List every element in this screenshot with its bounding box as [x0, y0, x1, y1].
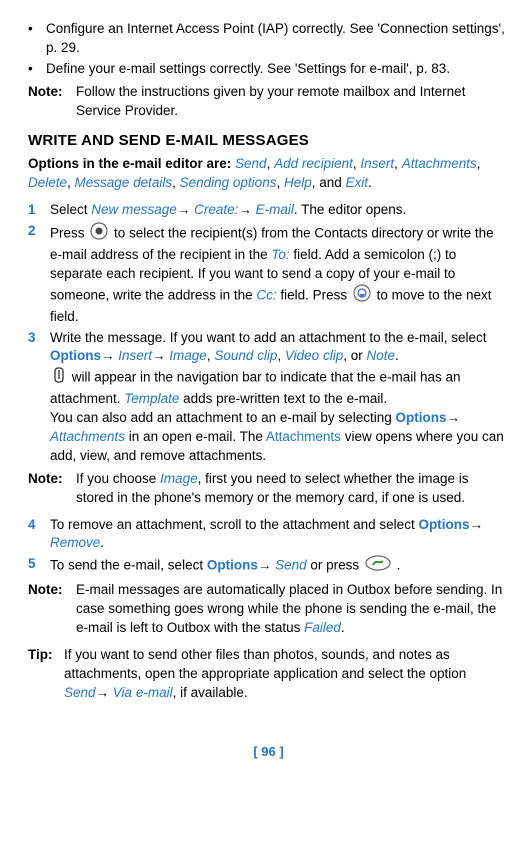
menu-image: Image [160, 471, 198, 486]
option-exit: Exit [346, 175, 369, 190]
scroll-down-icon [353, 284, 371, 308]
note-label: Note: [28, 83, 76, 121]
status-failed: Failed [304, 620, 341, 635]
attachment-icon [52, 366, 66, 390]
step-3: 3 Write the message. If you want to add … [28, 329, 509, 466]
note-text: Follow the instructions given by your re… [76, 83, 509, 121]
bullet-iap: • Configure an Internet Access Point (IA… [28, 20, 509, 58]
bullet-marker: • [28, 60, 46, 79]
menu-send: Send [275, 558, 307, 573]
option-add-recipient: Add recipient [274, 156, 353, 171]
bullet-text: Define your e-mail settings correctly. S… [46, 60, 509, 79]
section-heading: WRITE AND SEND E-MAIL MESSAGES [28, 130, 509, 151]
step-text: To remove an attachment, scroll to the a… [50, 516, 509, 554]
bullet-text: Configure an Internet Access Point (IAP)… [46, 20, 509, 58]
menu-options: Options [50, 348, 101, 363]
option-send: Send [235, 156, 267, 171]
step-5: 5 To send the e-mail, select Options→ Se… [28, 555, 509, 577]
page-number: [ 96 ] [28, 743, 509, 761]
step-text: To send the e-mail, select Options→ Send… [50, 555, 509, 577]
tip-label: Tip: [28, 646, 64, 703]
option-attachments: Attachments [402, 156, 477, 171]
joystick-icon [90, 222, 108, 246]
step-number: 1 [28, 201, 50, 220]
note-label: Note: [28, 470, 76, 508]
menu-video-clip: Video clip [285, 348, 343, 363]
menu-options: Options [395, 410, 446, 425]
bullet-marker: • [28, 20, 46, 58]
field-to: To: [271, 247, 289, 262]
step-number: 3 [28, 329, 50, 466]
menu-options: Options [207, 558, 258, 573]
menu-insert: Insert [118, 348, 152, 363]
note-text: If you choose Image, first you need to s… [76, 470, 509, 508]
note-text: E-mail messages are automatically placed… [76, 581, 509, 638]
tip-other-files: Tip: If you want to send other files tha… [28, 646, 509, 703]
step-text: Write the message. If you want to add an… [50, 329, 509, 466]
field-cc: Cc: [256, 287, 276, 302]
option-delete: Delete [28, 175, 67, 190]
step-number: 4 [28, 516, 50, 554]
menu-via-email: Via e-mail [113, 685, 173, 700]
menu-sound-clip: Sound clip [214, 348, 277, 363]
bullet-email-settings: • Define your e-mail settings correctly.… [28, 60, 509, 79]
menu-note: Note [366, 348, 395, 363]
note-image: Note: If you choose Image, first you nee… [28, 470, 509, 508]
tip-text: If you want to send other files than pho… [64, 646, 509, 703]
note-label: Note: [28, 581, 76, 638]
call-key-icon [365, 555, 391, 577]
step-number: 2 [28, 222, 50, 326]
step-2: 2 Press to select the recipient(s) from … [28, 222, 509, 326]
options-label: Options in the e-mail editor are: [28, 156, 235, 171]
menu-email: E-mail [256, 202, 294, 217]
option-insert: Insert [360, 156, 394, 171]
option-message-details: Message details [75, 175, 173, 190]
option-help: Help [284, 175, 312, 190]
view-attachments: Attachments [266, 429, 341, 444]
note-provider: Note: Follow the instructions given by y… [28, 83, 509, 121]
menu-remove: Remove [50, 535, 100, 550]
step-text: Select New message→ Create:→ E-mail. The… [50, 201, 509, 220]
menu-send: Send [64, 685, 96, 700]
menu-attachments: Attachments [50, 429, 125, 444]
note-outbox: Note: E-mail messages are automatically … [28, 581, 509, 638]
menu-create: Create: [194, 202, 238, 217]
menu-options: Options [418, 517, 469, 532]
menu-template: Template [124, 391, 179, 406]
step-text: Press to select the recipient(s) from th… [50, 222, 509, 326]
option-sending-options: Sending options [180, 175, 277, 190]
step-number: 5 [28, 555, 50, 577]
options-intro: Options in the e-mail editor are: Send, … [28, 155, 509, 193]
step-1: 1 Select New message→ Create:→ E-mail. T… [28, 201, 509, 220]
step-4: 4 To remove an attachment, scroll to the… [28, 516, 509, 554]
menu-image: Image [169, 348, 207, 363]
menu-new-message: New message [91, 202, 177, 217]
